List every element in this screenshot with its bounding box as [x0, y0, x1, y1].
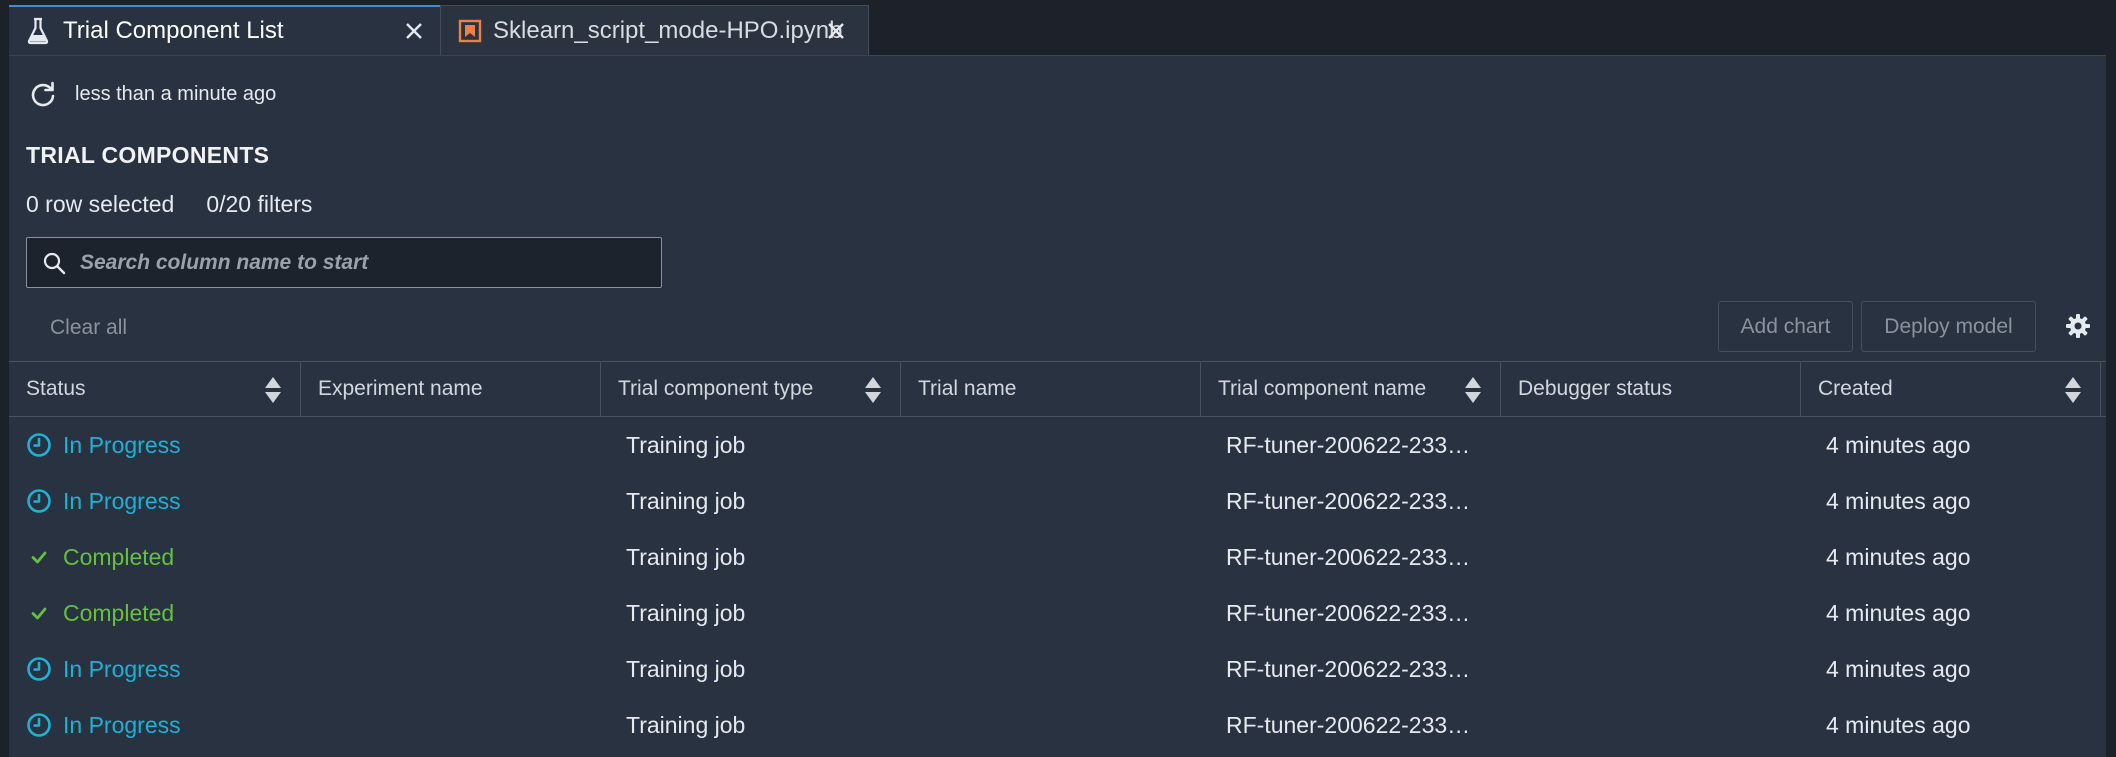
table-body: In Progress Training job RF-tuner-200622-2… — [9, 417, 2106, 753]
trial-component-type-cell: Training job — [626, 599, 746, 626]
status-cell: In Progress — [26, 417, 181, 473]
filters-count: 0/20 filters — [206, 191, 313, 217]
close-icon[interactable] — [400, 17, 428, 45]
table-row[interactable]: In Progress Training job RF-tuner-200622-2… — [9, 641, 2106, 697]
trial-component-name-cell[interactable]: RF-tuner-200622-233… — [1226, 417, 1470, 473]
status-label: In Progress — [63, 711, 181, 738]
trial-component-type-cell: Training job — [626, 543, 746, 570]
notebook-icon — [455, 16, 485, 46]
column-header-status[interactable]: Status — [9, 362, 301, 416]
table-header: Status Experiment name Trial component t… — [9, 361, 2106, 417]
trial-components-table: Status Experiment name Trial component t… — [9, 361, 2106, 753]
tab-label: Sklearn_script_mode-HPO.ipynb — [493, 16, 843, 44]
status-cell: Completed — [26, 529, 174, 585]
tab-bar: Trial Component List Sklearn_script_mode… — [0, 0, 2116, 55]
table-row[interactable]: In Progress Training job RF-tuner-200622-2… — [9, 473, 2106, 529]
sort-icon[interactable] — [263, 375, 283, 405]
clock-icon — [26, 432, 52, 458]
trial-component-name-cell[interactable]: RF-tuner-200622-233… — [1226, 585, 1470, 641]
clear-all-button[interactable]: Clear all — [50, 316, 127, 340]
refresh-row: less than a minute ago — [29, 80, 276, 108]
table-row[interactable]: Completed Training job RF-tuner-200622-233… — [9, 585, 2106, 641]
add-chart-button[interactable]: Add chart — [1718, 301, 1853, 352]
selection-summary: 0 row selected 0/20 filters — [26, 191, 312, 218]
status-label: In Progress — [63, 431, 181, 458]
column-header-created[interactable]: Created — [1801, 362, 2101, 416]
sort-icon[interactable] — [1463, 375, 1483, 405]
rows-selected-count: 0 row selected — [26, 191, 175, 217]
sort-icon[interactable] — [2063, 375, 2083, 405]
created-cell: 4 minutes ago — [1826, 543, 1971, 570]
status-cell: Completed — [26, 585, 174, 641]
clock-icon — [26, 488, 52, 514]
tab-sklearn-notebook[interactable]: Sklearn_script_mode-HPO.ipynb — [440, 5, 869, 55]
created-cell: 4 minutes ago — [1826, 431, 1971, 458]
section-title: TRIAL COMPONENTS — [26, 142, 270, 168]
table-row[interactable]: Completed Training job RF-tuner-200622-233… — [9, 529, 2106, 585]
trial-component-type-cell: Training job — [626, 487, 746, 514]
status-label: In Progress — [63, 487, 181, 514]
status-cell: In Progress — [26, 473, 181, 529]
trial-component-type-cell: Training job — [626, 431, 746, 458]
gear-icon[interactable] — [2064, 312, 2092, 340]
trial-component-name-cell[interactable]: RF-tuner-200622-233… — [1226, 641, 1470, 697]
clock-icon — [26, 656, 52, 682]
search-box — [26, 237, 662, 288]
tab-label: Trial Component List — [63, 17, 284, 44]
trial-component-name-cell[interactable]: RF-tuner-200622-233… — [1226, 473, 1470, 529]
status-cell: In Progress — [26, 697, 181, 753]
last-refreshed-label: less than a minute ago — [75, 82, 277, 105]
trial-component-name-cell[interactable]: RF-tuner-200622-233… — [1226, 697, 1470, 753]
trial-component-name-cell[interactable]: RF-tuner-200622-233… — [1226, 529, 1470, 585]
trial-component-type-cell: Training job — [626, 711, 746, 738]
column-header-trial-component-name[interactable]: Trial component name — [1201, 362, 1501, 416]
created-cell: 4 minutes ago — [1826, 487, 1971, 514]
created-cell: 4 minutes ago — [1826, 655, 1971, 682]
column-header-debugger-status[interactable]: Debugger status — [1501, 362, 1801, 416]
trial-component-type-cell: Training job — [626, 655, 746, 682]
table-row[interactable]: In Progress Training job RF-tuner-200622-2… — [9, 417, 2106, 473]
check-icon — [26, 600, 52, 626]
search-input[interactable] — [78, 249, 642, 276]
column-header-experiment-name[interactable]: Experiment name — [301, 362, 601, 416]
table-row[interactable]: In Progress Training job RF-tuner-200622-2… — [9, 697, 2106, 753]
column-header-trial-component-type[interactable]: Trial component type — [601, 362, 901, 416]
status-label: Completed — [63, 543, 175, 570]
close-icon[interactable] — [822, 17, 850, 45]
status-label: In Progress — [63, 655, 181, 682]
check-icon — [26, 544, 52, 570]
created-cell: 4 minutes ago — [1826, 599, 1971, 626]
trial-component-panel: less than a minute ago TRIAL COMPONENTS … — [9, 55, 2106, 757]
created-cell: 4 minutes ago — [1826, 711, 1971, 738]
status-label: Completed — [63, 599, 175, 626]
deploy-model-button[interactable]: Deploy model — [1861, 301, 2036, 352]
refresh-icon[interactable] — [29, 80, 57, 108]
search-icon — [42, 250, 68, 276]
clock-icon — [26, 712, 52, 738]
flask-icon — [23, 16, 53, 46]
column-header-trial-name[interactable]: Trial name — [901, 362, 1201, 416]
status-cell: In Progress — [26, 641, 181, 697]
sort-icon[interactable] — [863, 375, 883, 405]
tab-trial-component-list[interactable]: Trial Component List — [9, 5, 440, 55]
